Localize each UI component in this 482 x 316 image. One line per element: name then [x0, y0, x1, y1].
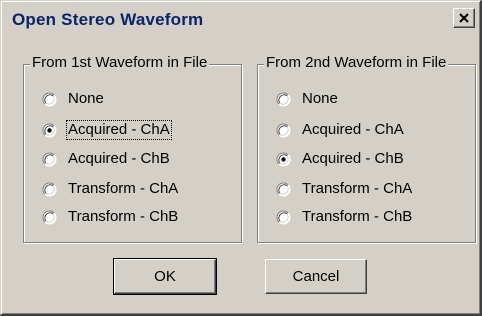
radio-unchecked-icon [276, 210, 291, 224]
radio-label: Transform - ChA [302, 180, 413, 197]
cancel-button[interactable]: Cancel [265, 259, 367, 294]
close-button[interactable] [453, 8, 475, 28]
radio-checked-icon [42, 123, 57, 137]
g1-option-transform-cha[interactable]: Transform - ChA [42, 178, 179, 200]
close-x-icon [459, 13, 469, 23]
open-stereo-waveform-dialog: Open Stereo Waveform From 1st Waveform i… [0, 0, 482, 316]
group-second-waveform-legend: From 2nd Waveform in File [264, 54, 449, 72]
radio-label: None [68, 90, 104, 107]
radio-label: Acquired - ChA [66, 120, 172, 140]
radio-label: Acquired - ChA [302, 121, 404, 138]
title-bar[interactable]: Open Stereo Waveform [4, 4, 478, 34]
ok-button[interactable]: OK [113, 258, 217, 295]
radio-icon[interactable] [42, 182, 57, 197]
g1-option-acquired-cha[interactable]: Acquired - ChA [42, 119, 172, 141]
radio-icon[interactable] [42, 210, 57, 225]
radio-label: Acquired - ChB [68, 150, 170, 167]
radio-icon[interactable] [276, 92, 291, 107]
radio-icon[interactable] [276, 123, 291, 138]
radio-unchecked-icon [276, 182, 291, 196]
radio-icon[interactable] [42, 123, 57, 138]
radio-unchecked-icon [276, 123, 291, 137]
group-first-waveform: From 1st Waveform in File None Acquired … [23, 54, 242, 243]
radio-unchecked-icon [42, 210, 57, 224]
g2-option-transform-cha[interactable]: Transform - ChA [276, 178, 413, 200]
g2-option-acquired-chb[interactable]: Acquired - ChB [276, 148, 405, 170]
g2-option-none[interactable]: None [276, 88, 339, 110]
g1-option-acquired-chb[interactable]: Acquired - ChB [42, 148, 171, 170]
radio-icon[interactable] [276, 152, 291, 167]
g2-option-acquired-cha[interactable]: Acquired - ChA [276, 119, 405, 141]
radio-checked-icon [276, 152, 291, 166]
radio-icon[interactable] [276, 210, 291, 225]
radio-label: Transform - ChA [68, 180, 179, 197]
g1-option-transform-chb[interactable]: Transform - ChB [42, 206, 179, 228]
group-second-waveform: From 2nd Waveform in File None Acquired … [257, 54, 476, 243]
g2-option-transform-chb[interactable]: Transform - ChB [276, 206, 413, 228]
radio-label: Transform - ChB [302, 208, 413, 225]
radio-unchecked-icon [42, 182, 57, 196]
radio-icon[interactable] [276, 182, 291, 197]
group-first-waveform-legend: From 1st Waveform in File [30, 54, 210, 72]
radio-icon[interactable] [42, 92, 57, 107]
window-title: Open Stereo Waveform [12, 10, 204, 29]
radio-unchecked-icon [42, 152, 57, 166]
radio-unchecked-icon [42, 92, 57, 106]
radio-label: Transform - ChB [68, 208, 179, 225]
radio-label: None [302, 90, 338, 107]
radio-label: Acquired - ChB [302, 150, 404, 167]
radio-unchecked-icon [276, 92, 291, 106]
radio-icon[interactable] [42, 152, 57, 167]
g1-option-none[interactable]: None [42, 88, 105, 110]
